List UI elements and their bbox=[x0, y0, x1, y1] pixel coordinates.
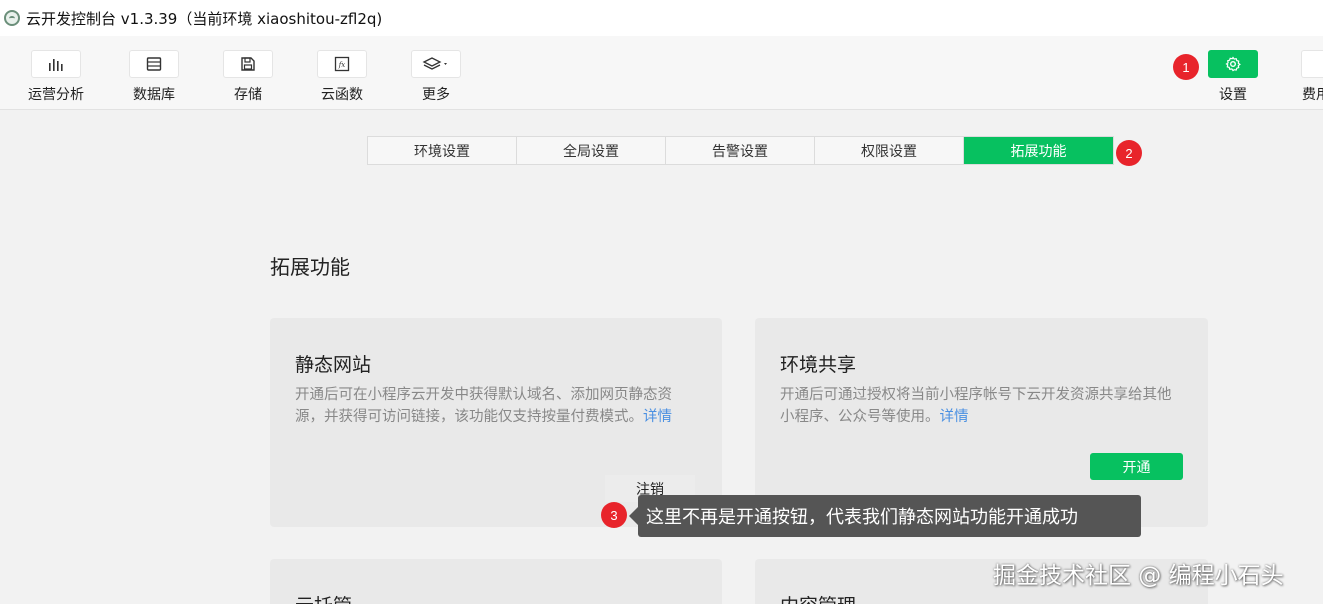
svg-text:fx: fx bbox=[338, 61, 346, 69]
tab-extensions[interactable]: 拓展功能 bbox=[964, 137, 1113, 164]
annotation-badge-3: 3 bbox=[601, 502, 627, 528]
toolbar-billing-button[interactable]: 费用 bbox=[1296, 50, 1323, 104]
card-title: 静态网站 bbox=[295, 354, 372, 376]
tab-environment-settings[interactable]: 环境设置 bbox=[368, 137, 517, 164]
toolbar: 运营分析 数据库 存储 fx 云函数 更多 1 设置 费 bbox=[0, 36, 1323, 110]
details-link[interactable]: 详情 bbox=[940, 409, 969, 425]
save-icon bbox=[241, 57, 255, 71]
toolbar-functions-label: 云函数 bbox=[321, 87, 363, 103]
toolbar-storage-label: 存储 bbox=[234, 87, 262, 103]
tab-alert-settings[interactable]: 告警设置 bbox=[666, 137, 815, 164]
watermark: 掘金技术社区 @ 编程小石头 bbox=[993, 563, 1284, 589]
database-icon bbox=[146, 57, 162, 71]
gear-icon bbox=[1225, 56, 1241, 72]
card-title: 环境共享 bbox=[780, 354, 857, 376]
toolbar-database-label: 数据库 bbox=[133, 87, 175, 103]
tab-global-settings[interactable]: 全局设置 bbox=[517, 137, 666, 164]
toolbar-analytics-label: 运营分析 bbox=[28, 87, 84, 103]
toolbar-settings-button[interactable]: 设置 bbox=[1193, 50, 1273, 104]
toolbar-functions-button[interactable]: fx 云函数 bbox=[302, 50, 382, 104]
app-logo-icon bbox=[4, 10, 20, 26]
title-bar: 云开发控制台 v1.3.39（当前环境 xiaoshitou-zfl2q) bbox=[0, 0, 1323, 36]
layers-icon bbox=[422, 57, 447, 70]
card-description-text: 开通后可通过授权将当前小程序帐号下云开发资源共享给其他小程序、公众号等使用。 bbox=[780, 387, 1172, 425]
window-title: 云开发控制台 v1.3.39（当前环境 xiaoshitou-zfl2q) bbox=[26, 9, 383, 28]
toolbar-database-button[interactable]: 数据库 bbox=[114, 50, 194, 104]
cloud-hosting-card: 云托管 bbox=[270, 559, 722, 604]
annotation-badge-2: 2 bbox=[1116, 140, 1142, 166]
toolbar-storage-button[interactable]: 存储 bbox=[208, 50, 288, 104]
annotation-tooltip: 这里不再是开通按钮，代表我们静态网站功能开通成功 bbox=[629, 495, 1141, 537]
card-title: 云托管 bbox=[295, 591, 352, 604]
activate-button[interactable]: 开通 bbox=[1090, 453, 1183, 480]
card-description-text: 开通后可在小程序云开发中获得默认域名、添加网页静态资源，并获得可访问链接，该功能… bbox=[295, 387, 672, 425]
app-window: 云开发控制台 v1.3.39（当前环境 xiaoshitou-zfl2q) 运营… bbox=[0, 0, 1323, 604]
bar-chart-icon bbox=[49, 59, 63, 71]
toolbar-analytics-button[interactable]: 运营分析 bbox=[16, 50, 96, 104]
toolbar-more-button[interactable]: 更多 bbox=[396, 50, 476, 104]
card-description: 开通后可在小程序云开发中获得默认域名、添加网页静态资源，并获得可访问链接，该功能… bbox=[295, 384, 695, 428]
toolbar-billing-label: 费用 bbox=[1302, 87, 1323, 103]
card-title: 内容管理 bbox=[780, 591, 856, 604]
settings-tabs: 环境设置 全局设置 告警设置 权限设置 拓展功能 bbox=[367, 136, 1114, 165]
card-description: 开通后可通过授权将当前小程序帐号下云开发资源共享给其他小程序、公众号等使用。详情 bbox=[780, 384, 1180, 428]
caret-down-icon bbox=[444, 63, 447, 65]
details-link[interactable]: 详情 bbox=[643, 409, 672, 425]
toolbar-settings-label: 设置 bbox=[1219, 87, 1247, 103]
function-icon: fx bbox=[334, 56, 350, 72]
section-title: 拓展功能 bbox=[270, 255, 350, 279]
toolbar-more-label: 更多 bbox=[422, 87, 450, 103]
tab-permission-settings[interactable]: 权限设置 bbox=[815, 137, 964, 164]
